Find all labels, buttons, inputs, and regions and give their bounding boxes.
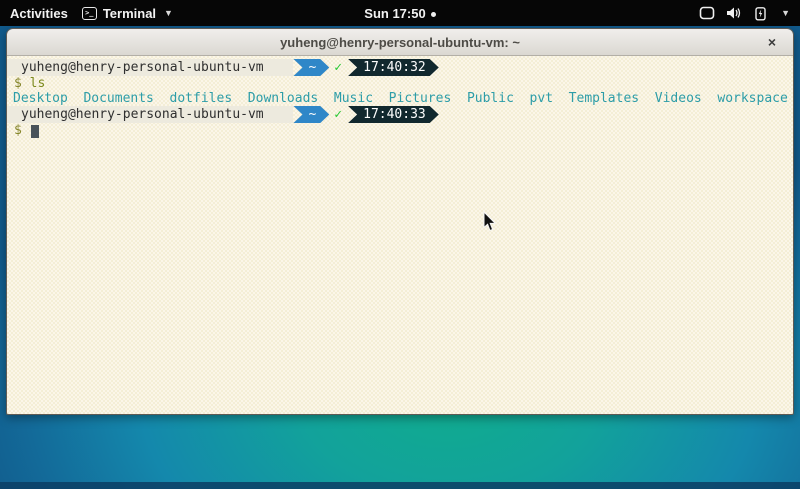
directory-name: Templates xyxy=(569,91,639,106)
display-icon xyxy=(699,6,715,20)
window-title: yuheng@henry-personal-ubuntu-vm: ~ xyxy=(280,35,520,50)
prompt-gap xyxy=(268,106,294,123)
clock-button[interactable]: Sun 17:50 xyxy=(364,6,435,21)
clock-label: Sun 17:50 xyxy=(364,6,425,21)
chevron-down-icon: ▼ xyxy=(164,8,173,18)
gnome-top-bar: Activities >_ Terminal ▼ Sun 17:50 ▼ xyxy=(0,0,800,26)
status-check-icon: ✓ xyxy=(334,107,342,122)
command-line: $ ls xyxy=(7,76,793,91)
directory-name: Documents xyxy=(83,91,153,106)
prompt-symbol: $ xyxy=(14,123,22,138)
status-check-icon: ✓ xyxy=(334,60,342,75)
prompt-cwd-segment: ~ xyxy=(293,59,329,76)
terminal-window: yuheng@henry-personal-ubuntu-vm: ~ × yuh… xyxy=(6,28,794,415)
directory-name: pvt xyxy=(530,91,553,106)
directory-name: Desktop xyxy=(13,91,68,106)
chevron-down-icon: ▼ xyxy=(781,8,790,18)
directory-name: Videos xyxy=(655,91,702,106)
system-status-area[interactable]: ▼ xyxy=(699,6,800,21)
prompt-gap xyxy=(268,59,294,76)
typed-command: ls xyxy=(30,76,46,91)
prompt-time-segment: 17:40:32 xyxy=(348,59,439,76)
directory-name: Pictures xyxy=(389,91,452,106)
prompt-line-1: yuheng@henry-personal-ubuntu-vm ~ ✓ 17:4… xyxy=(7,59,793,76)
window-titlebar[interactable]: yuheng@henry-personal-ubuntu-vm: ~ × xyxy=(7,29,793,56)
ls-output-line: Desktop Documents dotfiles Downloads Music Pi… xyxy=(7,91,793,106)
current-input-line[interactable]: $ xyxy=(7,123,793,138)
directory-name: Public xyxy=(467,91,514,106)
volume-icon xyxy=(726,6,742,20)
prompt-cwd-segment: ~ xyxy=(293,106,329,123)
battery-charging-icon xyxy=(753,6,768,21)
directory-name: Downloads xyxy=(248,91,318,106)
terminal-cursor xyxy=(31,125,39,138)
app-menu-label: Terminal xyxy=(103,6,156,21)
prompt-user-host: yuheng@henry-personal-ubuntu-vm xyxy=(7,106,268,123)
activities-button[interactable]: Activities xyxy=(10,6,68,21)
notification-dot xyxy=(431,12,436,17)
terminal-content[interactable]: yuheng@henry-personal-ubuntu-vm ~ ✓ 17:4… xyxy=(7,56,793,414)
close-icon[interactable]: × xyxy=(763,33,781,51)
prompt-line-2: yuheng@henry-personal-ubuntu-vm ~ ✓ 17:4… xyxy=(7,106,793,123)
directory-name: dotfiles xyxy=(170,91,233,106)
prompt-time-segment: 17:40:33 xyxy=(348,106,439,123)
terminal-icon: >_ xyxy=(82,7,97,20)
prompt-user-host: yuheng@henry-personal-ubuntu-vm xyxy=(7,59,268,76)
prompt-symbol: $ xyxy=(14,76,22,91)
mouse-cursor-icon xyxy=(483,211,497,237)
directory-name: Music xyxy=(334,91,373,106)
directory-name: workspace xyxy=(717,91,787,106)
app-menu-button[interactable]: >_ Terminal ▼ xyxy=(82,6,173,21)
screen: Activities >_ Terminal ▼ Sun 17:50 ▼ xyxy=(0,0,800,489)
